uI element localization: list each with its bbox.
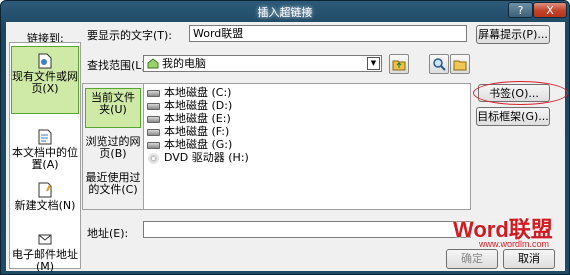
sidebar-item-label: 本文档中的位置(A) xyxy=(12,146,78,171)
sidebar-item-label: 新建文档(N) xyxy=(14,199,76,212)
watermark: Word联盟 www.wordlm.com xyxy=(453,212,563,250)
sidebar-item-place-in-document[interactable]: 本文档中的位置(A) xyxy=(11,129,79,171)
list-item[interactable]: 本地磁盘 (E:) xyxy=(147,112,231,125)
list-item[interactable]: 本地磁盘 (F:) xyxy=(147,125,229,138)
sidebar-item-label: 现有文件或网页(X) xyxy=(12,70,78,95)
look-in-value: 我的电脑 xyxy=(162,57,206,70)
my-computer-icon xyxy=(147,58,159,69)
sidebar-item-existing-file[interactable]: 现有文件或网页(X) xyxy=(11,46,79,114)
target-frame-button[interactable]: 目标框架(G)... xyxy=(476,107,550,126)
nav-item-recent-files[interactable]: 最近使用过的文件(C) xyxy=(85,172,141,208)
list-item[interactable]: 本地磁盘 (D:) xyxy=(147,99,232,112)
sidebar-item-email-address[interactable]: 电子邮件地址(M) xyxy=(11,231,79,273)
link-type-sidebar: 现有文件或网页(X) 本文档中的位置(A) 新建文档(N) 电子邮件地址(M) xyxy=(9,42,81,273)
ok-button[interactable]: 确定 xyxy=(446,249,498,269)
display-text-label: 要显示的文字(T): xyxy=(87,29,173,42)
sidebar-item-label: 电子邮件地址(M) xyxy=(12,248,78,273)
web-page-icon xyxy=(38,53,52,69)
up-folder-button[interactable] xyxy=(389,54,409,74)
dialog-title: 插入超链接 xyxy=(257,6,313,19)
up-folder-icon xyxy=(392,60,406,71)
address-label: 地址(E): xyxy=(87,227,129,240)
list-item[interactable]: 本地磁盘 (G:) xyxy=(147,138,232,151)
new-document-icon xyxy=(38,182,52,198)
screen-tip-button[interactable]: 屏幕提示(P)... xyxy=(476,25,550,44)
document-place-icon xyxy=(38,129,52,145)
drive-icon xyxy=(147,89,160,97)
dvd-icon xyxy=(148,152,159,164)
highlight-ring xyxy=(473,81,568,105)
look-in-select[interactable]: 我的电脑 ▼ xyxy=(143,55,382,72)
look-in-label: 查找范围(L): xyxy=(87,59,150,72)
watermark-url: www.wordlm.com xyxy=(479,239,550,249)
nav-item-current-folder[interactable]: 当前文件夹(U) xyxy=(85,88,141,128)
browse-nav-panel: 当前文件夹(U) 浏览过的网页(B) 最近使用过的文件(C) xyxy=(82,83,144,210)
drive-icon xyxy=(147,128,160,136)
cancel-button[interactable]: 取消 xyxy=(503,249,555,269)
open-folder-icon xyxy=(453,60,467,71)
search-web-icon xyxy=(433,58,446,71)
sidebar-item-new-document[interactable]: 新建文档(N) xyxy=(11,182,79,222)
display-text-input[interactable]: Word联盟 xyxy=(189,25,467,42)
drive-icon xyxy=(147,102,160,110)
drive-icon xyxy=(147,141,160,149)
chevron-down-icon[interactable]: ▼ xyxy=(367,57,380,70)
address-input[interactable] xyxy=(143,221,471,238)
nav-item-browsed-pages[interactable]: 浏览过的网页(B) xyxy=(85,136,141,164)
dialog-window: 插入超链接 ? X 链接到: 现有文件或网页(X) 本文档中的位置(A) 新建文… xyxy=(0,0,570,275)
file-list[interactable]: 本地磁盘 (C:) 本地磁盘 (D:) 本地磁盘 (E:) 本地磁盘 (F:) … xyxy=(143,83,471,210)
title-bar[interactable]: 插入超链接 ? X xyxy=(1,1,569,21)
drive-icon xyxy=(147,115,160,123)
help-button[interactable]: ? xyxy=(508,2,533,18)
browse-web-button[interactable] xyxy=(429,54,449,74)
browse-file-button[interactable] xyxy=(450,54,470,74)
list-item[interactable]: DVD 驱动器 (H:) xyxy=(147,151,249,164)
close-button[interactable]: X xyxy=(533,2,567,18)
email-icon xyxy=(38,234,52,245)
list-item[interactable]: 本地磁盘 (C:) xyxy=(147,86,231,99)
